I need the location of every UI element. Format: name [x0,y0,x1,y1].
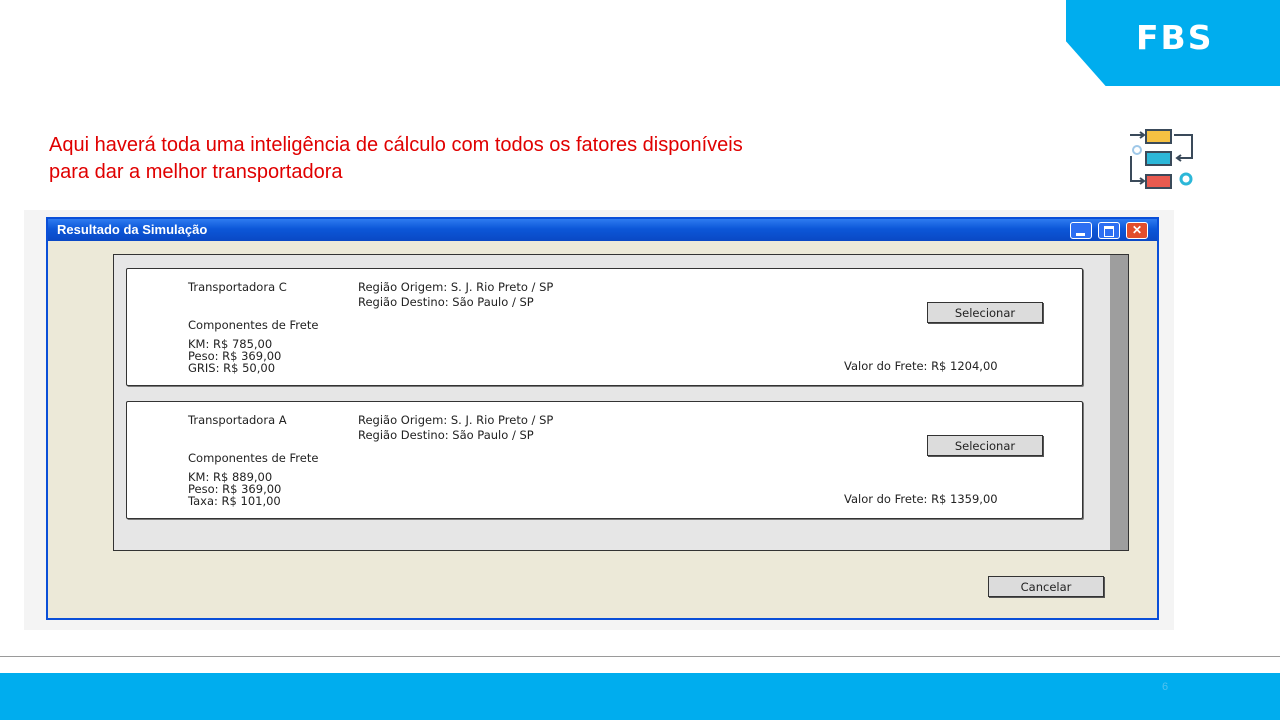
brand-logo: FBS [1136,18,1214,57]
caption-line-1: Aqui haverá toda uma inteligência de cál… [49,134,743,156]
result-card: Transportadora A Região Origem: S. J. Ri… [126,401,1083,519]
freight-total: Valor do Frete: R$ 1359,00 [844,492,998,506]
process-flow-icon [1130,129,1193,189]
maximize-icon [1104,226,1114,237]
window-titlebar[interactable]: Resultado da Simulação ✕ [48,219,1157,241]
carrier-name: Transportadora C [188,280,287,294]
origin-region: Região Origem: S. J. Rio Preto / SP [358,413,554,427]
footer-divider [0,656,1280,657]
destination-region: Região Destino: São Paulo / SP [358,428,534,442]
component-fee: Taxa: R$ 101,00 [188,494,281,508]
minimize-button[interactable] [1070,222,1092,239]
select-button[interactable]: Selecionar [927,302,1043,323]
maximize-button[interactable] [1098,222,1120,239]
origin-region: Região Origem: S. J. Rio Preto / SP [358,280,554,294]
select-button[interactable]: Selecionar [927,435,1043,456]
component-gris: GRIS: R$ 50,00 [188,361,276,375]
minimize-icon [1076,233,1085,236]
footer-bar [0,673,1280,720]
freight-total: Valor do Frete: R$ 1204,00 [844,359,998,373]
carrier-name: Transportadora A [188,413,287,427]
components-title: Componentes de Frete [188,318,319,332]
cancel-button[interactable]: Cancelar [988,576,1104,597]
components-title: Componentes de Frete [188,451,319,465]
result-card: Transportadora C Região Origem: S. J. Ri… [126,268,1083,386]
close-icon: ✕ [1131,223,1143,237]
caption-line-2: para dar a melhor transportadora [49,161,343,183]
simulation-result-window: Resultado da Simulação ✕ Transportadora … [46,217,1159,620]
destination-region: Região Destino: São Paulo / SP [358,295,534,309]
slide-caption: Aqui haverá toda uma inteligência de cál… [49,132,849,186]
window-title: Resultado da Simulação [57,222,208,237]
results-list: Transportadora C Região Origem: S. J. Ri… [113,254,1129,551]
close-button[interactable]: ✕ [1126,222,1148,239]
page-number: 6 [1162,681,1169,693]
vertical-scrollbar[interactable] [1110,255,1128,550]
